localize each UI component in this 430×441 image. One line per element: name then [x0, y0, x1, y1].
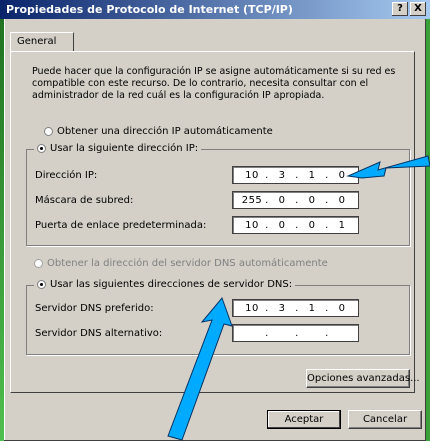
radio-ip-manual-label: Usar la siguiente dirección IP:	[50, 143, 199, 154]
radio-ip-manual[interactable]: Usar la siguiente dirección IP:	[34, 143, 202, 154]
ip-octet: 3	[278, 302, 286, 314]
ip-octet: 10	[245, 302, 259, 314]
cancel-button[interactable]: Cancelar	[348, 410, 422, 429]
subnet-mask-label: Máscara de subred:	[35, 195, 134, 206]
description-text: Puede hacer que la configuración IP se a…	[32, 66, 396, 101]
radio-dns-manual-label: Usar las siguientes direcciones de servi…	[50, 279, 293, 290]
ip-octet: 10	[245, 219, 259, 231]
gateway-label: Puerta de enlace predeterminada:	[35, 220, 207, 231]
preferred-dns-label: Servidor DNS preferido:	[35, 303, 154, 314]
ip-octet: 0	[278, 194, 286, 206]
tab-general[interactable]: General	[10, 32, 74, 52]
ip-octet: 1	[308, 169, 316, 181]
radio-button-selected-icon	[37, 280, 46, 289]
ip-octet: 1	[338, 219, 346, 231]
ip-octet: 10	[245, 169, 259, 181]
radio-button-selected-icon	[37, 144, 46, 153]
alternate-dns-label: Servidor DNS alternativo:	[35, 328, 163, 339]
radio-ip-auto[interactable]: Obtener una dirección IP automáticamente	[44, 126, 273, 137]
radio-button-icon	[44, 127, 53, 136]
ip-octet: 3	[278, 169, 286, 181]
annotation-arrow-dns-icon	[167, 297, 233, 441]
help-button[interactable]: ?	[392, 2, 408, 16]
radio-dns-manual[interactable]: Usar las siguientes direcciones de servi…	[34, 279, 296, 290]
ip-octet: 0	[308, 194, 316, 206]
ip-octet: 255	[241, 194, 263, 206]
annotation-arrow-ip-icon	[346, 155, 430, 179]
ip-octet: 0	[278, 219, 286, 231]
radio-ip-auto-label: Obtener una dirección IP automáticamente	[57, 126, 273, 137]
ip-address-label: Dirección IP:	[35, 170, 98, 181]
ip-octet: 0	[308, 219, 316, 231]
ok-button[interactable]: Aceptar	[267, 410, 341, 429]
radio-dns-auto: Obtener la dirección del servidor DNS au…	[34, 258, 328, 269]
radio-button-disabled-icon	[34, 259, 43, 268]
radio-dns-auto-label: Obtener la dirección del servidor DNS au…	[47, 258, 328, 269]
advanced-options-button[interactable]: Opciones avanzadas...	[306, 369, 420, 388]
subnet-mask-input[interactable]: 255. 0. 0. 0	[232, 191, 359, 209]
close-button[interactable]: X	[410, 2, 426, 16]
alternate-dns-input[interactable]: . . .	[232, 324, 359, 342]
window-title: Propiedades de Protocolo de Internet (TC…	[6, 3, 293, 16]
ip-octet: 0	[338, 302, 346, 314]
title-bar: Propiedades de Protocolo de Internet (TC…	[0, 0, 430, 19]
gateway-input[interactable]: 10. 0. 0. 1	[232, 216, 359, 234]
preferred-dns-input[interactable]: 10. 3. 1. 0	[232, 299, 359, 317]
ip-octet: 0	[338, 194, 346, 206]
ip-octet: 1	[308, 302, 316, 314]
